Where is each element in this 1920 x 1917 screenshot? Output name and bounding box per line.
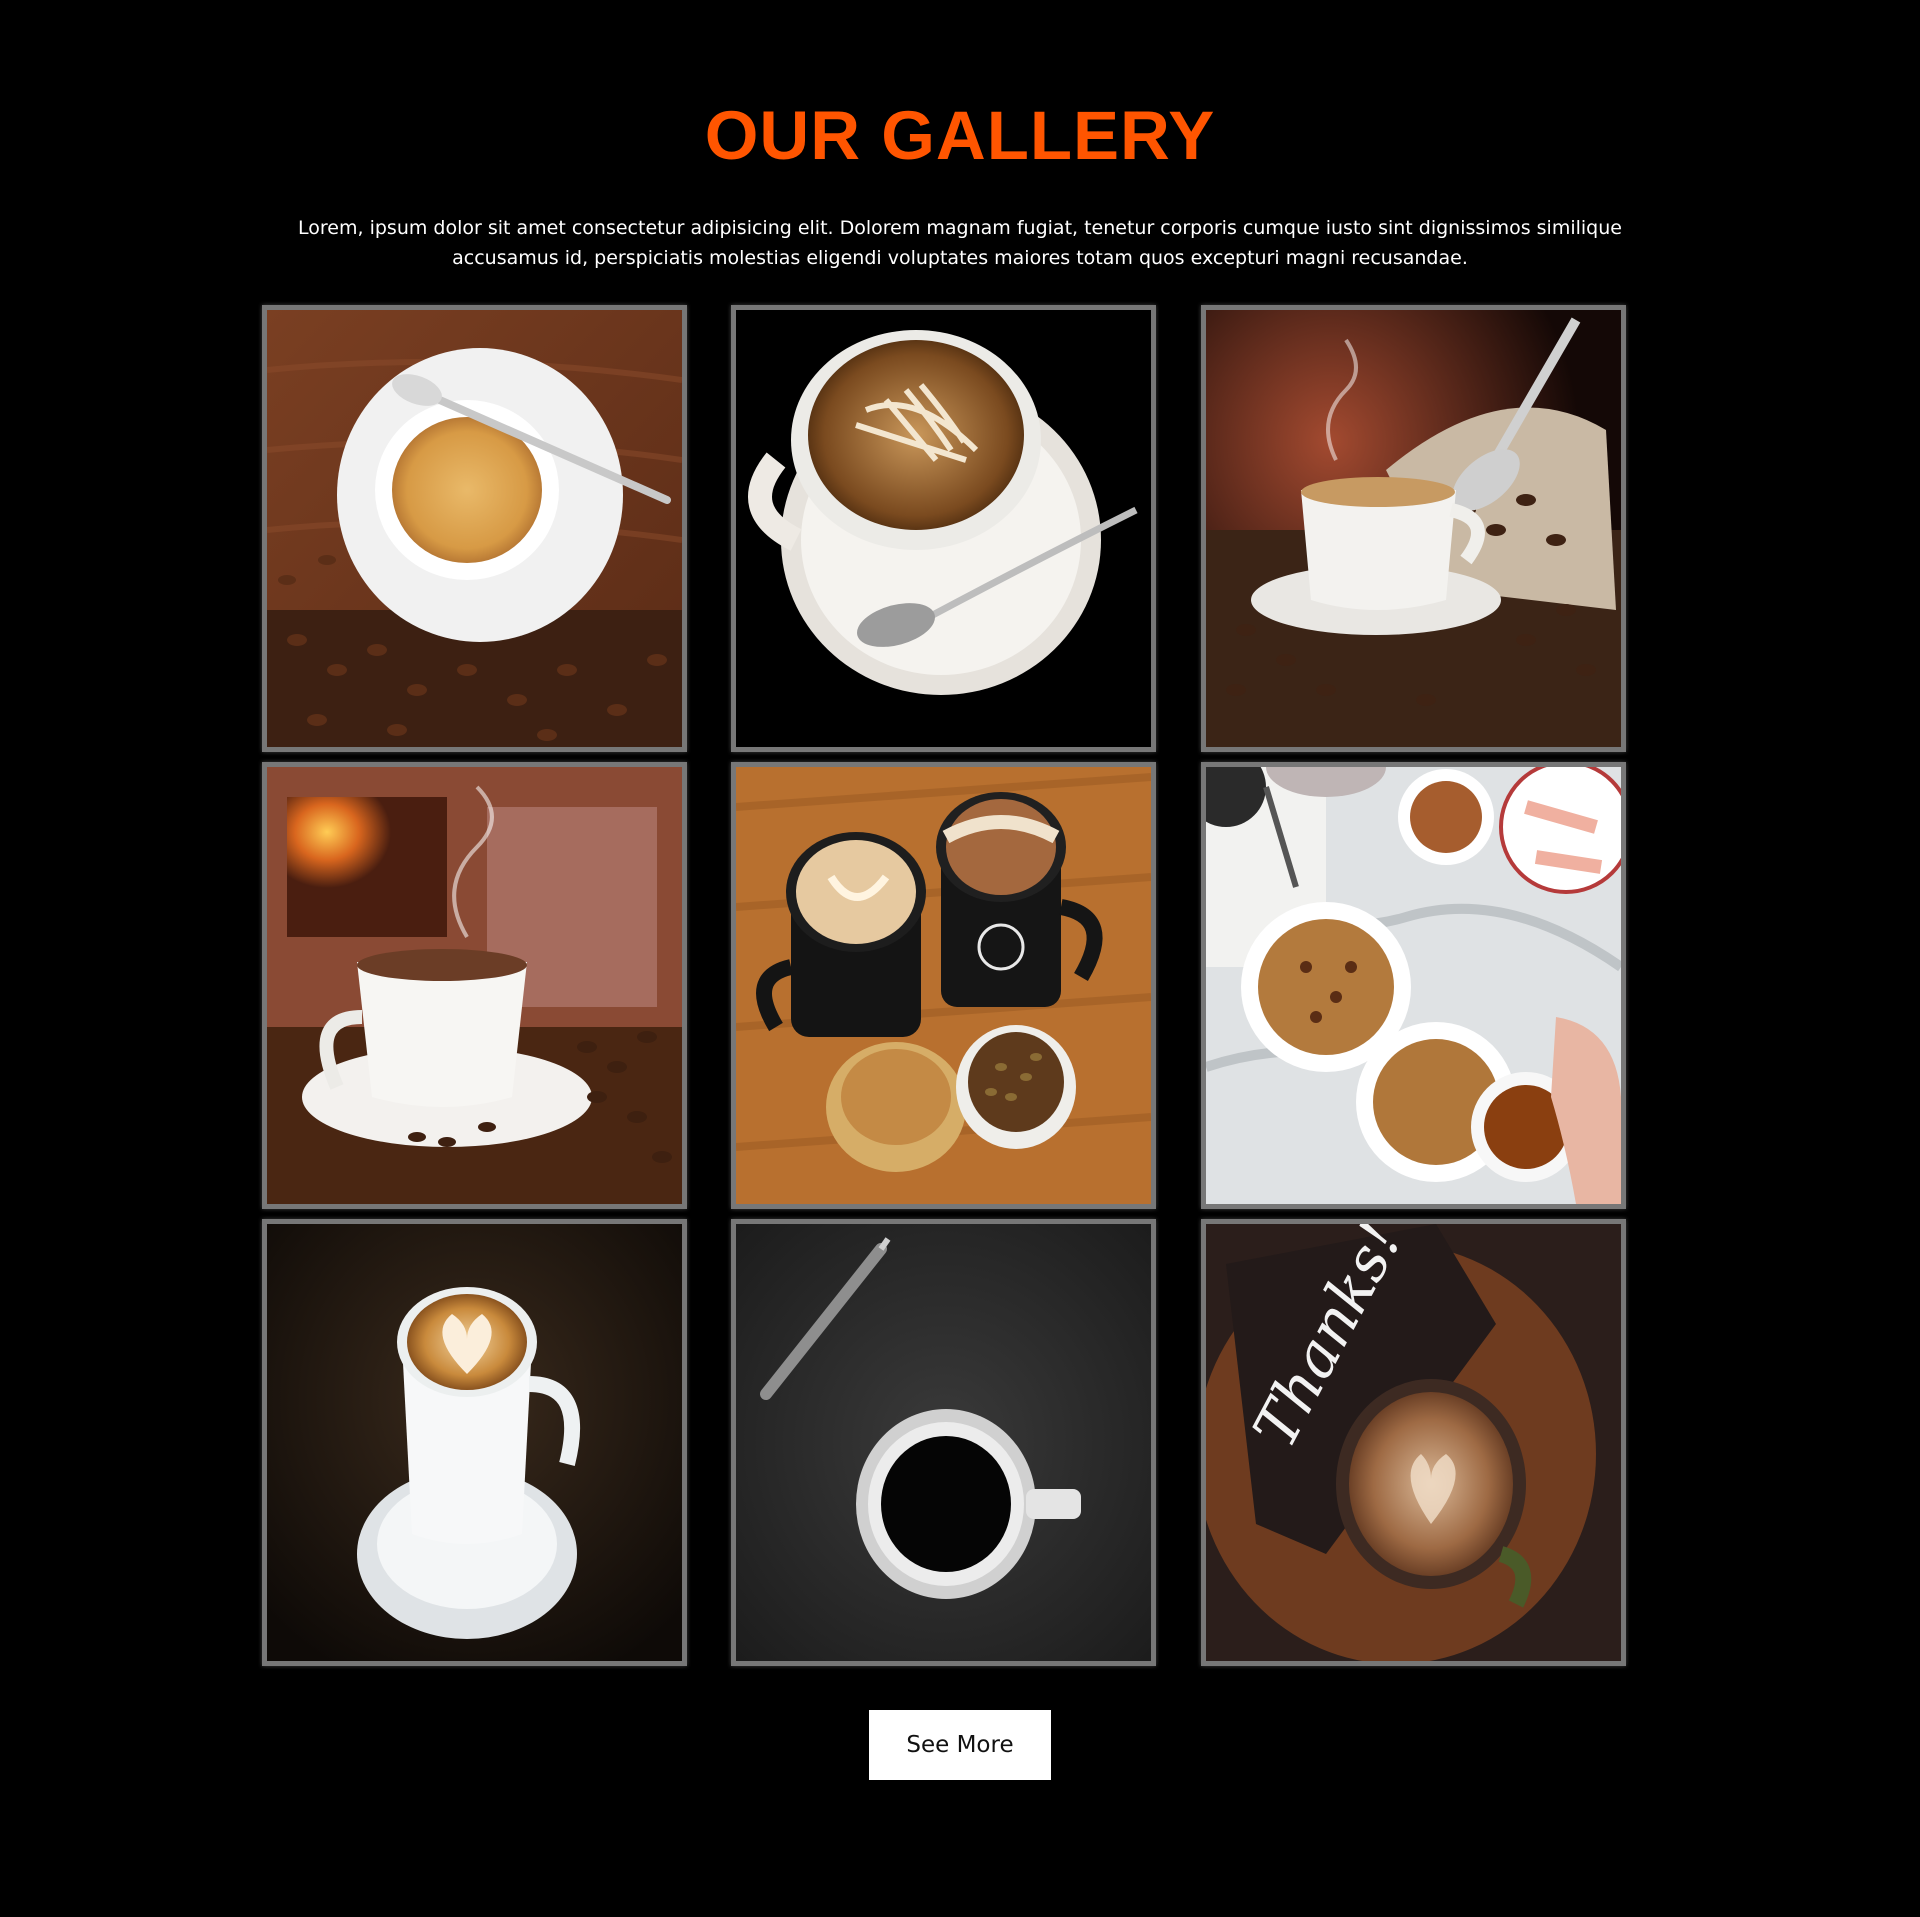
see-more-button[interactable]: See More [869, 1710, 1051, 1780]
thanks-cappuccino-image: Thanks! [1206, 1224, 1621, 1661]
gallery-image-black-coffee[interactable] [731, 1219, 1156, 1666]
gallery-description: Lorem, ipsum dolor sit amet consectetur … [298, 217, 1622, 269]
gallery-image-bean-sack[interactable] [1201, 305, 1626, 752]
latte-art-image [736, 310, 1151, 747]
bean-sack-image [1206, 310, 1621, 747]
gallery-section: OUR GALLERY Lorem, ipsum dolor sit amet … [0, 0, 1920, 1917]
fireplace-coffee-image [267, 767, 682, 1204]
oatmeal-coffee-image [1206, 767, 1621, 1204]
latte-dark-image [267, 1224, 682, 1661]
gallery-image-fireplace[interactable] [262, 762, 687, 1209]
gallery-image-espresso-saucer[interactable] [262, 305, 687, 752]
gallery-grid: Thanks! [262, 305, 1626, 1667]
gallery-image-latte-art[interactable] [731, 305, 1156, 752]
gallery-title: OUR GALLERY [704, 97, 1216, 174]
lattes-muffins-image [736, 767, 1151, 1204]
gallery-image-latte-dark[interactable] [262, 1219, 687, 1666]
gallery-image-thanks[interactable]: Thanks! [1201, 1219, 1626, 1666]
espresso-saucer-image [267, 310, 682, 747]
black-coffee-image [736, 1224, 1151, 1661]
gallery-image-lattes-muffins[interactable] [731, 762, 1156, 1209]
gallery-image-oatmeal[interactable] [1201, 762, 1626, 1209]
